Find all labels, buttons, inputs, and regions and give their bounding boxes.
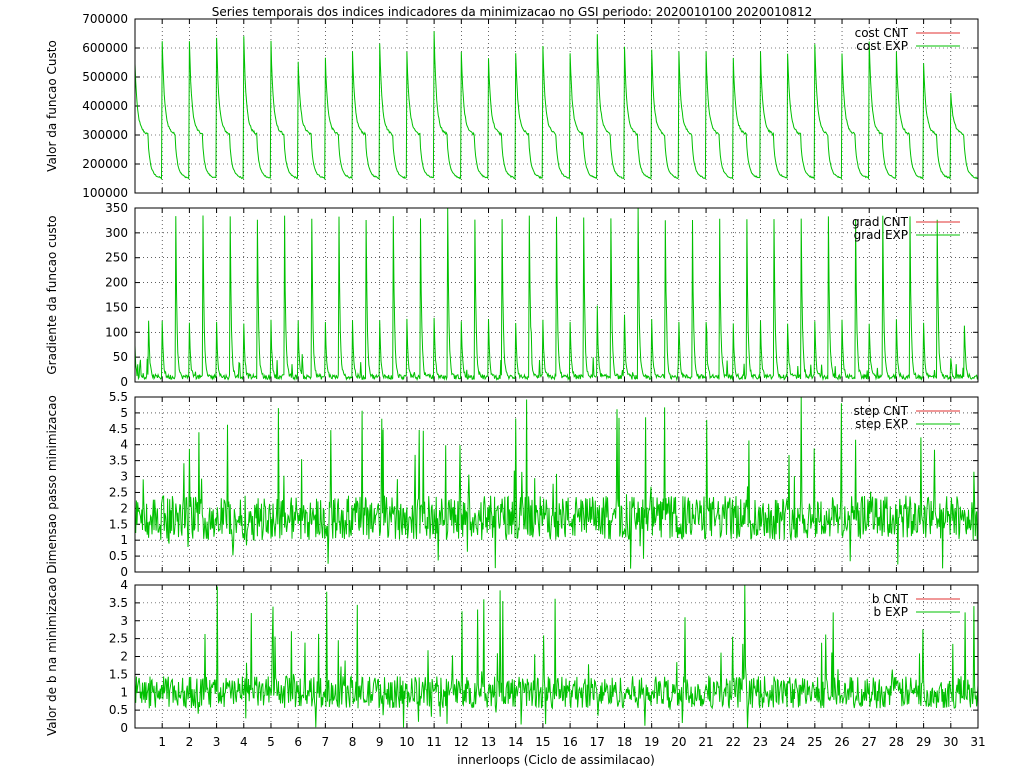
legend-label-exp: cost EXP [856, 39, 908, 53]
x-tick-label: 10 [399, 735, 414, 749]
x-tick-label: 6 [294, 735, 302, 749]
panel-3: 0 0.5 1 1.5 2 2.53 3.5 4 4.5 5 5.5 step CNTstep EXP… [45, 390, 979, 579]
x-tick-label: 17 [590, 735, 605, 749]
y-tick-label: 100000 [82, 186, 128, 200]
y-tick-label: 3 [120, 470, 128, 484]
legend-label-exp: b EXP [874, 605, 908, 619]
y-tick-label: 500000 [82, 70, 128, 84]
x-tick-label: 28 [889, 735, 904, 749]
series-exp-line [134, 207, 979, 382]
x-axis-label: innerloops (Ciclo de assimilacao) [457, 753, 655, 767]
y-tick-label: 2.5 [109, 632, 128, 646]
y-tick-label: 0 [120, 565, 128, 579]
x-tick-label: 20 [671, 735, 686, 749]
y-tick-label: 0.5 [109, 549, 128, 563]
y-tick-label: 100 [105, 325, 128, 339]
x-tick-label: 25 [807, 735, 822, 749]
y-tick-label: 2.5 [109, 485, 128, 499]
x-tick-label: 2 [186, 735, 194, 749]
x-tick-label: 26 [834, 735, 849, 749]
legend-label-cnt: cost CNT [855, 26, 909, 40]
x-tick-label: 1 [158, 735, 166, 749]
y-tick-label: 200000 [82, 157, 128, 171]
y-tick-label: 2 [120, 501, 128, 515]
y-tick-label: 5.5 [109, 390, 128, 404]
chart-panels: 1000002000003000004000005000006000007000… [45, 12, 986, 749]
y-tick-label: 2 [120, 650, 128, 664]
x-tick-label: 16 [562, 735, 577, 749]
y-tick-label: 150 [105, 300, 128, 314]
x-tick-label: 31 [970, 735, 985, 749]
y-tick-label: 3.5 [109, 454, 128, 468]
x-tick-label: 22 [726, 735, 741, 749]
y-tick-label: 1.5 [109, 517, 128, 531]
legend-label-cnt: step CNT [854, 404, 909, 418]
x-tick-label: 18 [617, 735, 632, 749]
y-tick-label: 1 [120, 685, 128, 699]
x-tick-label: 3 [213, 735, 221, 749]
chart-title: Series temporais dos indices indicadores… [212, 5, 813, 19]
y-tick-label: 1 [120, 533, 128, 547]
x-tick-label: 19 [644, 735, 659, 749]
x-tick-label: 8 [349, 735, 357, 749]
panel-1: 100000 200000 300000 400000 500000 600000 7000… [45, 12, 979, 200]
y-tick-label: 300000 [82, 128, 128, 142]
x-tick-label: 7 [322, 735, 330, 749]
y-axis-label: Valor de b na minimizacao [45, 577, 59, 736]
y-tick-label: 1.5 [109, 667, 128, 681]
y-tick-label: 600000 [82, 41, 128, 55]
series-exp-line [134, 31, 979, 181]
legend-label-cnt: grad CNT [852, 215, 909, 229]
legend-label-exp: grad EXP [854, 228, 908, 242]
y-axis-label: Gradiente da funcao custo [45, 215, 59, 374]
x-tick-label: 30 [943, 735, 958, 749]
legend-label-cnt: b CNT [872, 592, 909, 606]
x-tick-label: 29 [916, 735, 931, 749]
y-tick-label: 300 [105, 226, 128, 240]
legend: cost CNTcost EXP [855, 26, 960, 53]
x-tick-label: 13 [481, 735, 496, 749]
y-tick-label: 200 [105, 276, 128, 290]
x-tick-label: 12 [454, 735, 469, 749]
y-axis-label: Valor da funcao Custo [45, 40, 59, 172]
x-tick-label: 27 [862, 735, 877, 749]
legend: grad CNTgrad EXP [852, 215, 960, 242]
panel-2: 0 50 100 150 200 250 300 350 grad CNTgrad EXP Gra… [45, 201, 979, 389]
y-tick-label: 0.5 [109, 703, 128, 717]
y-tick-label: 4 [120, 438, 128, 452]
x-tick-label: 11 [426, 735, 441, 749]
legend: step CNTstep EXP [854, 404, 960, 431]
x-tick-label: 9 [376, 735, 384, 749]
y-tick-label: 400000 [82, 99, 128, 113]
x-tick-label: 15 [535, 735, 550, 749]
y-tick-label: 3 [120, 614, 128, 628]
y-tick-label: 4.5 [109, 422, 128, 436]
x-tick-label: 5 [267, 735, 275, 749]
series-exp-line [134, 396, 979, 569]
y-tick-label: 0 [120, 721, 128, 735]
x-tick-label: 21 [698, 735, 713, 749]
panel-4: 0 0.5 1 1.5 2 2.5 3 3.5 4 b CNTb EXP Valor de b na… [45, 577, 979, 736]
legend-label-exp: step EXP [855, 417, 908, 431]
x-tick-label: 4 [240, 735, 248, 749]
y-tick-label: 50 [113, 350, 128, 364]
x-tick-label: 23 [753, 735, 768, 749]
y-tick-label: 3.5 [109, 596, 128, 610]
y-tick-label: 350 [105, 201, 128, 215]
legend: b CNTb EXP [872, 592, 960, 619]
y-axis-label: Dimensao passo minimizacao [45, 395, 59, 574]
y-tick-label: 4 [120, 578, 128, 592]
y-tick-label: 5 [120, 406, 128, 420]
chart-figure: Series temporais dos indices indicadores… [45, 5, 986, 767]
y-tick-label: 250 [105, 251, 128, 265]
x-tick-label: 14 [508, 735, 523, 749]
y-tick-label: 700000 [82, 12, 128, 26]
y-tick-label: 0 [120, 375, 128, 389]
x-tick-label: 24 [780, 735, 795, 749]
